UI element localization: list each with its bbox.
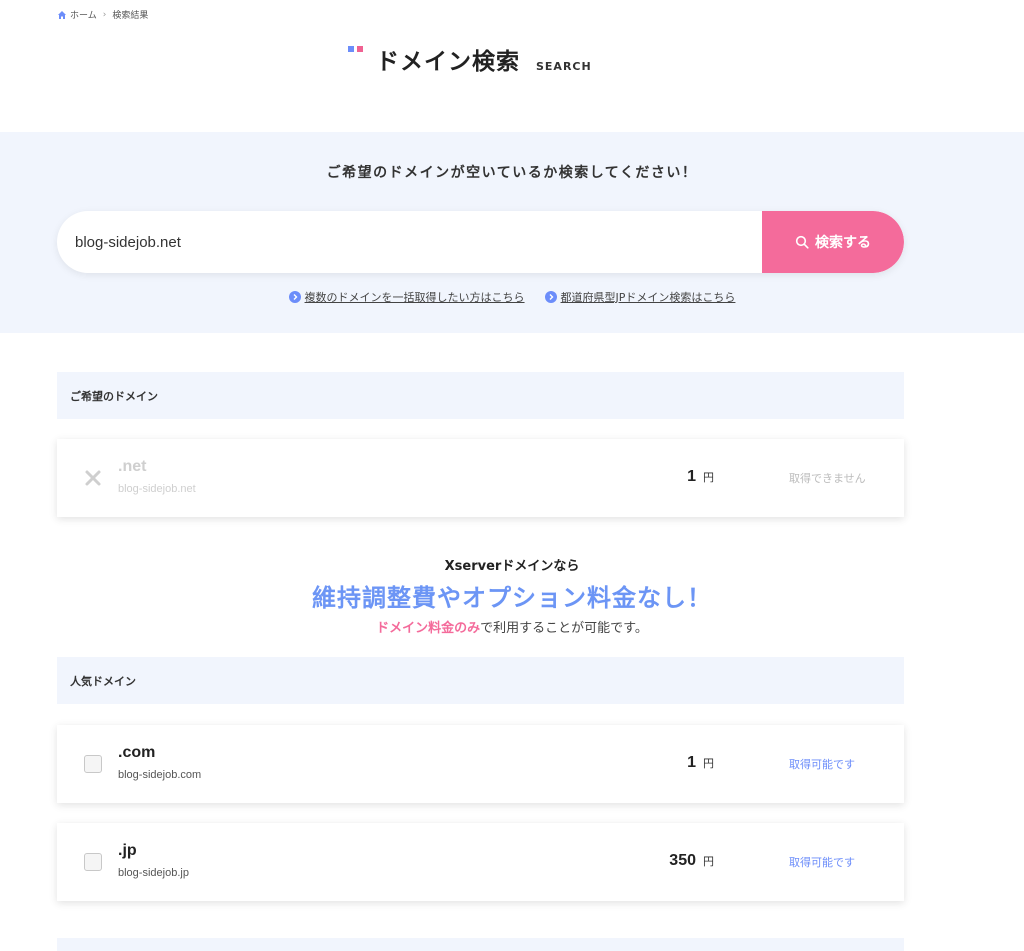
next-section-header — [57, 938, 904, 951]
promo-headline: 維持調整費やオプション料金なし！ — [312, 584, 712, 612]
domain-status: 取得可能です — [789, 856, 855, 869]
chevron-right-icon: › — [102, 9, 107, 20]
home-icon — [58, 10, 66, 19]
search-icon — [795, 235, 809, 249]
domain-price-value: 350 — [669, 852, 696, 869]
domain-status: 取得可能です — [789, 758, 855, 771]
breadcrumb-home-link[interactable]: ホーム — [70, 8, 97, 21]
domain-card-com[interactable]: .com blog-sidejob.com 1 円 取得可能です — [57, 725, 904, 803]
domain-checkbox[interactable] — [84, 755, 102, 773]
breadcrumb: ホーム › 検索結果 — [57, 8, 148, 21]
search-box: 検索する — [57, 211, 904, 273]
domain-checkbox[interactable] — [84, 853, 102, 871]
domain-fqdn: blog-sidejob.jp — [118, 867, 189, 879]
domain-price-value: 1 — [687, 468, 696, 485]
domain-tld: .net — [118, 458, 147, 475]
promo-block: Xserverドメインなら 維持調整費やオプション料金なし！ ドメイン料金のみで… — [0, 555, 1024, 636]
domain-tld: .jp — [118, 842, 137, 859]
bulk-search-link[interactable]: 複数のドメインを一括取得したい方はこちら — [288, 289, 525, 305]
search-button[interactable]: 検索する — [762, 211, 904, 273]
promo-highlight: ドメイン料金のみ — [376, 621, 481, 636]
domain-card-jp[interactable]: .jp blog-sidejob.jp 350 円 取得可能です — [57, 823, 904, 901]
domain-fqdn: blog-sidejob.com — [118, 769, 202, 781]
page-title: ドメイン検索 SEARCH — [348, 42, 592, 76]
domain-fqdn: blog-sidejob.net — [118, 483, 196, 495]
page-title-text: ドメイン検索 — [376, 49, 520, 75]
domain-price-unit: 円 — [703, 471, 714, 484]
domain-price: 1 円 — [687, 754, 714, 772]
search-section: ご希望のドメインが空いているか検索してください！ 検索する 複数のドメインを一括… — [0, 132, 1024, 333]
domain-price: 350 円 — [669, 852, 714, 870]
domain-search-input[interactable] — [75, 211, 755, 273]
circle-arrow-icon — [288, 291, 301, 303]
domain-price-unit: 円 — [703, 855, 714, 868]
promo-subtext: ドメイン料金のみで利用することが可能です。 — [0, 617, 1024, 636]
requested-domain-card: .net blog-sidejob.net 1 円 取得できません — [57, 439, 904, 517]
search-lead-text: ご希望のドメインが空いているか検索してください！ — [326, 165, 698, 181]
domain-status: 取得できません — [789, 472, 866, 485]
page-subtitle: SEARCH — [536, 60, 592, 73]
domain-price-unit: 円 — [703, 757, 714, 770]
title-mark-icon — [348, 46, 366, 60]
prefecture-jp-search-link-label: 都道府県型JPドメイン検索はこちら — [560, 291, 736, 304]
search-button-label: 検索する — [815, 235, 871, 251]
domain-price-value: 1 — [687, 754, 696, 771]
prefecture-jp-search-link[interactable]: 都道府県型JPドメイン検索はこちら — [544, 289, 736, 305]
promo-subtext-rest: で利用することが可能です。 — [480, 621, 648, 636]
promo-lead: Xserverドメインなら — [444, 559, 580, 574]
bulk-search-link-label: 複数のドメインを一括取得したい方はこちら — [304, 291, 525, 304]
popular-domain-header: 人気ドメイン — [57, 657, 904, 704]
close-icon — [85, 470, 101, 486]
domain-tld: .com — [118, 744, 156, 761]
requested-domain-header: ご希望のドメイン — [57, 372, 904, 419]
circle-arrow-icon — [544, 291, 557, 303]
domain-price: 1 円 — [687, 468, 714, 486]
search-sub-links: 複数のドメインを一括取得したい方はこちら 都道府県型JPドメイン検索はこちら — [0, 289, 1024, 305]
breadcrumb-current: 検索結果 — [112, 11, 149, 21]
